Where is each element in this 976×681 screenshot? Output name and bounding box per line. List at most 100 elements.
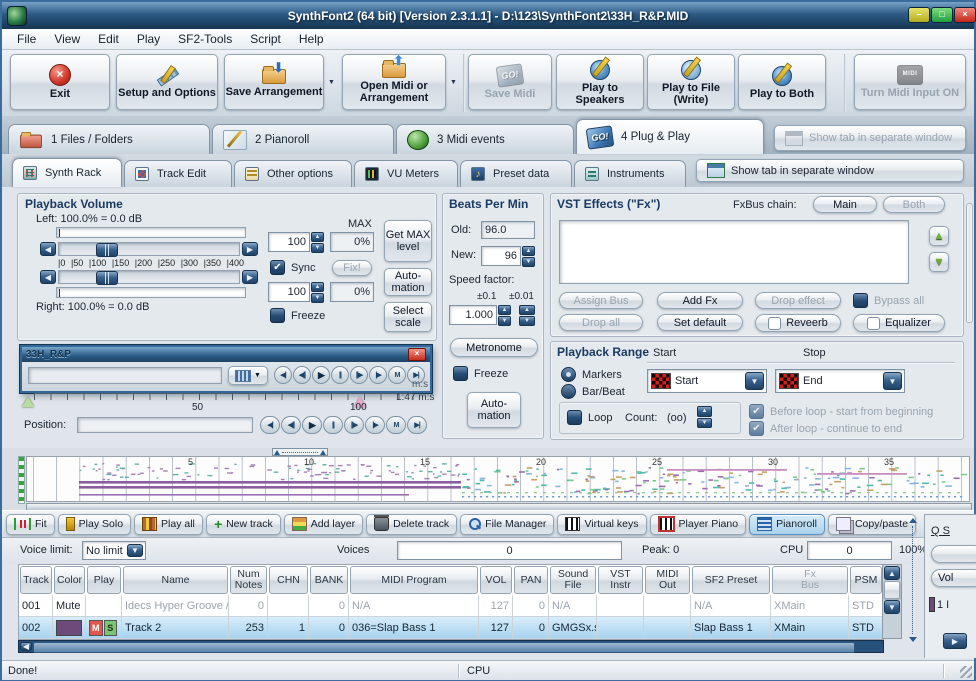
subtab-instruments[interactable]: Instruments: [574, 160, 686, 187]
subtab-track-edit[interactable]: Track Edit: [124, 160, 232, 187]
table-scroll-left-icon[interactable]: ◀: [20, 642, 32, 651]
col-header-bank[interactable]: BANK: [310, 566, 348, 594]
save-arrangement-dropdown[interactable]: ▼: [325, 54, 338, 110]
speed-spinner-small[interactable]: ▲▼: [519, 305, 535, 325]
start-dropdown-arrow[interactable]: ▼: [745, 372, 764, 390]
pos-play-button[interactable]: ▶: [302, 416, 322, 434]
mute-button[interactable]: M: [89, 620, 103, 636]
pos-forward-button[interactable]: ||▶: [344, 416, 364, 434]
mini-player-titlebar[interactable]: 33H_R&P ×: [22, 347, 430, 362]
right-volume-slider[interactable]: [58, 270, 240, 284]
pos-next-button[interactable]: |▶: [365, 416, 385, 434]
copy-paste-button[interactable]: Copy/paste: [828, 514, 916, 535]
loop-checkbox[interactable]: Loop: [567, 410, 612, 425]
delete-track-button[interactable]: Delete track: [366, 514, 457, 535]
mini-player-mode-dropdown[interactable]: ▼: [228, 366, 268, 385]
range-stop-dropdown[interactable]: End ▼: [775, 369, 905, 393]
col-header-midi-program[interactable]: MIDI Program: [350, 566, 478, 594]
mini-marker-button[interactable]: M: [388, 366, 406, 384]
play-solo-button[interactable]: Play Solo: [58, 514, 131, 535]
table-row[interactable]: 001: [19, 595, 53, 617]
sync-checkbox[interactable]: ✔Sync: [270, 260, 315, 275]
stop-dropdown-arrow[interactable]: ▼: [883, 372, 902, 390]
volume-right-input[interactable]: 100: [268, 282, 310, 302]
speed-factor-input[interactable]: 1.000: [449, 305, 497, 325]
pos-rewind-button[interactable]: ◀||: [281, 416, 301, 434]
tab-midi-events[interactable]: 3 Midi events: [396, 124, 574, 154]
equalizer-check-icon[interactable]: [867, 317, 880, 330]
menu-help[interactable]: Help: [290, 32, 333, 46]
track-color-swatch[interactable]: [56, 620, 82, 636]
row1-color-cell[interactable]: Mute: [53, 595, 86, 617]
setup-options-button[interactable]: Setup and Options: [116, 54, 218, 110]
voice-limit-dropdown-arrow[interactable]: ▼: [127, 544, 143, 557]
col-header-psm[interactable]: PSM: [850, 566, 882, 594]
markers-radio[interactable]: Markers: [561, 367, 622, 382]
range-start-dropdown[interactable]: Start ▼: [647, 369, 767, 393]
left-slider-down-button[interactable]: ◀: [40, 242, 56, 256]
speed-spinner-big[interactable]: ▲▼: [498, 305, 511, 325]
mini-player-window[interactable]: 33H_R&P × ▼ ◀| ◀|| ▶ || ||▶ |▶ M ▶|: [20, 345, 432, 393]
pianoroll-button[interactable]: Pianoroll: [749, 514, 825, 535]
volume-left-spinner[interactable]: ▲▼: [311, 232, 324, 252]
add-layer-button[interactable]: Add layer: [284, 514, 363, 535]
menu-script[interactable]: Script: [241, 32, 290, 46]
mini-prev-button[interactable]: ◀|: [274, 366, 292, 384]
col-header-chn[interactable]: CHN: [269, 566, 308, 594]
add-fx-button[interactable]: Add Fx: [657, 292, 743, 309]
table-scroll-up-icon[interactable]: ▲: [884, 566, 900, 580]
start-marker-icon[interactable]: [22, 397, 34, 407]
quick-solo-label[interactable]: Q S: [931, 525, 950, 537]
fx-list[interactable]: [559, 220, 909, 284]
subtab-vu-meters[interactable]: VU Meters: [354, 160, 458, 187]
volume-freeze-checkbox[interactable]: Freeze: [270, 308, 325, 323]
splitter-down-icon[interactable]: [909, 637, 917, 642]
minimize-button[interactable]: –: [908, 7, 930, 23]
bpm-new-input[interactable]: 96: [481, 246, 521, 266]
volume-panel-button[interactable]: Vol: [931, 569, 976, 587]
resize-grip[interactable]: [960, 666, 972, 678]
play-to-file-button[interactable]: Play to File (Write): [647, 54, 735, 110]
mini-forward-button[interactable]: ||▶: [350, 366, 368, 384]
maximize-button[interactable]: □: [931, 7, 953, 23]
tab-files-folders[interactable]: 1 Files / Folders: [8, 124, 210, 154]
bar-beat-radio[interactable]: Bar/Beat: [561, 384, 625, 399]
set-default-button[interactable]: Set default: [657, 314, 743, 331]
col-header-play[interactable]: Play: [87, 566, 121, 594]
col-header-name[interactable]: Name: [123, 566, 228, 594]
splitter-up-icon[interactable]: [909, 518, 917, 523]
mini-rewind-button[interactable]: ◀||: [293, 366, 311, 384]
mini-player-close-icon[interactable]: ×: [408, 348, 426, 361]
right-panel-play-icon[interactable]: ▶: [943, 633, 967, 649]
col-header-vst-instr[interactable]: VST Instr: [598, 566, 643, 594]
menu-view[interactable]: View: [45, 32, 89, 46]
subtab-other-options[interactable]: Other options: [234, 160, 352, 187]
overview-zoom-slider[interactable]: [272, 448, 328, 456]
save-arrangement-button[interactable]: ⬇ Save Arrangement: [224, 54, 324, 110]
exit-button[interactable]: × Exit: [10, 54, 110, 110]
col-header-sf2-preset[interactable]: SF2 Preset: [692, 566, 770, 594]
right-slider-up-button[interactable]: ▶: [242, 270, 258, 284]
table-row-selected[interactable]: 002: [19, 617, 53, 639]
pos-marker-button[interactable]: M: [386, 416, 406, 434]
table-horizontal-scrollbar[interactable]: ◀: [18, 640, 884, 653]
right-slider-down-button[interactable]: ◀: [40, 270, 56, 284]
mini-next-button[interactable]: |▶: [369, 366, 387, 384]
volume-left-input[interactable]: 100: [268, 232, 310, 252]
table-scroll-down-icon[interactable]: ▼: [884, 600, 900, 614]
table-hscroll-thumb[interactable]: [33, 642, 855, 653]
tab-plug-and-play[interactable]: GO! 4 Plug & Play: [576, 119, 764, 154]
virtual-keys-button[interactable]: Virtual keys: [557, 514, 646, 535]
menu-play[interactable]: Play: [128, 32, 169, 46]
subtab-synth-rack[interactable]: Synth Rack: [12, 158, 122, 187]
bpm-new-spinner[interactable]: ▲▼: [522, 246, 535, 266]
reveerb-check-icon[interactable]: [768, 317, 781, 330]
show-separate-window-button-sub[interactable]: Show tab in separate window: [696, 159, 964, 182]
fit-button[interactable]: Fit: [6, 514, 55, 535]
close-button[interactable]: ×: [954, 7, 976, 23]
pianoroll-overview[interactable]: 5101520253035: [2, 448, 974, 510]
play-all-button[interactable]: Play all: [134, 514, 203, 535]
select-scale-button[interactable]: Select scale: [384, 302, 432, 332]
volume-right-spinner[interactable]: ▲▼: [311, 282, 324, 302]
right-track-item[interactable]: 1 I: [937, 599, 949, 611]
